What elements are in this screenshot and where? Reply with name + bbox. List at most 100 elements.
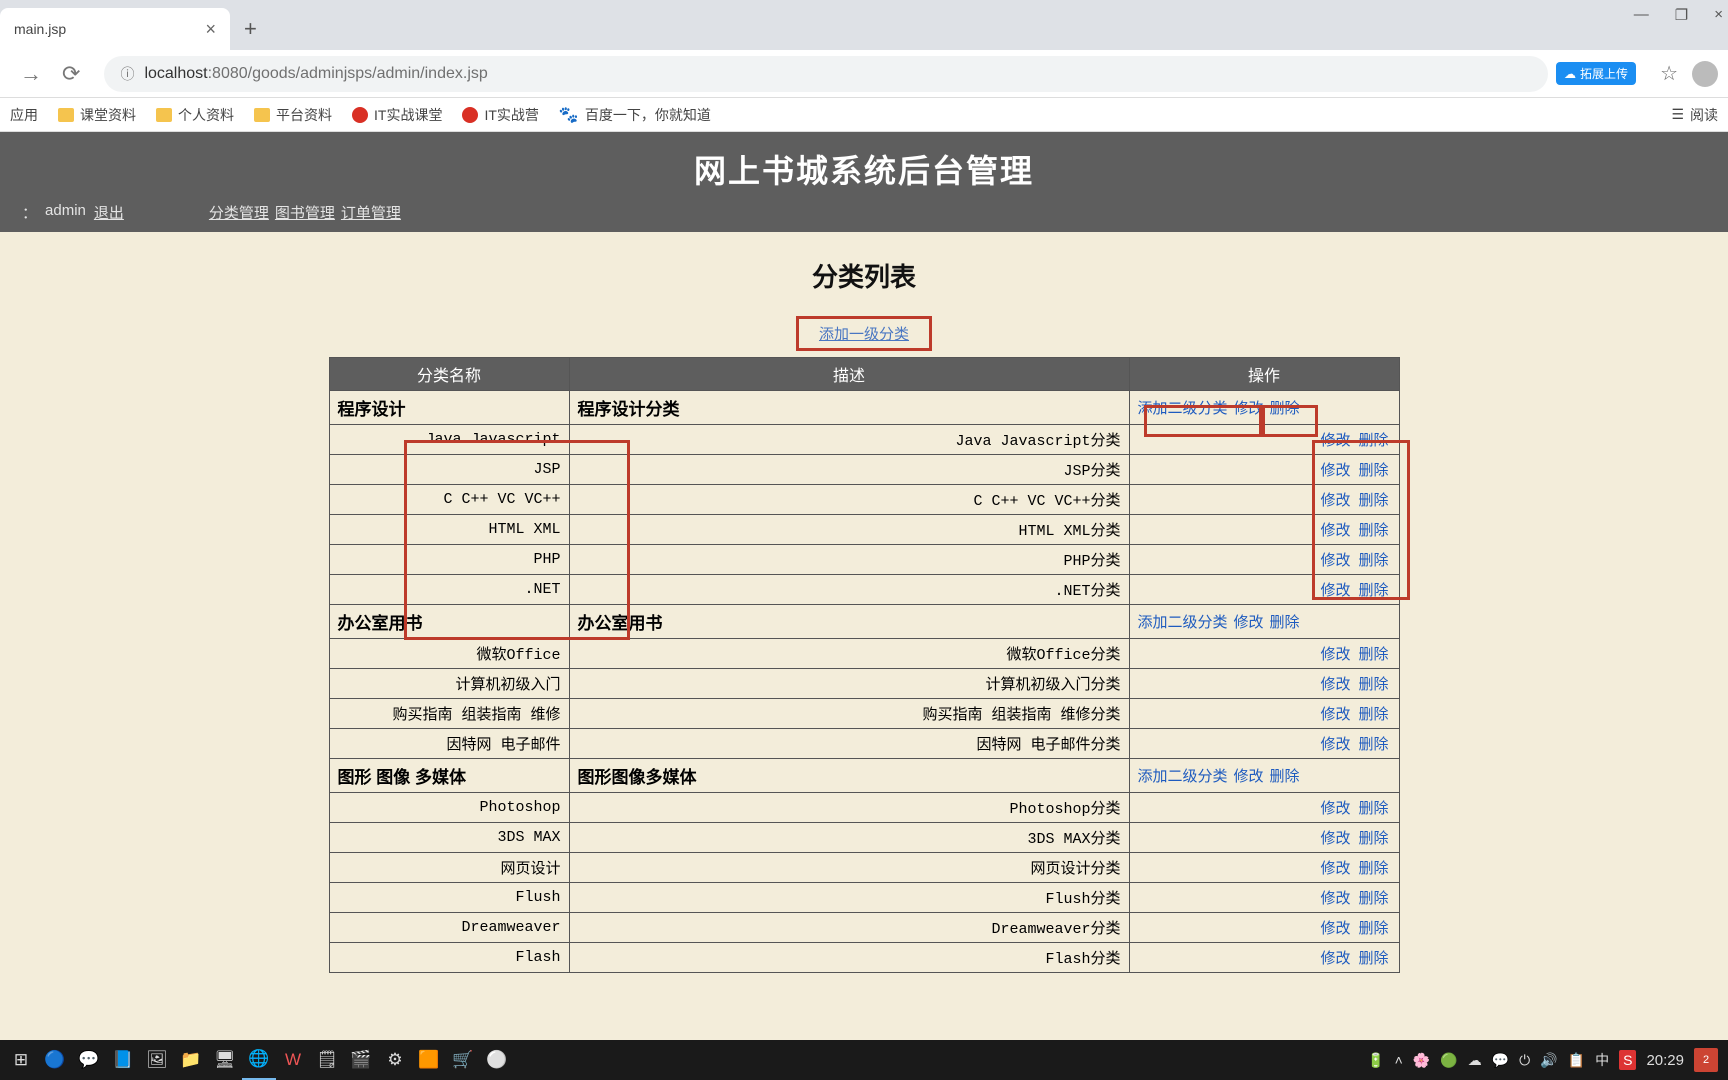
tray-icon[interactable]: 📋 <box>1568 1052 1585 1069</box>
new-tab-button[interactable]: + <box>230 8 271 50</box>
edit-link[interactable]: 修改 <box>1320 920 1350 937</box>
taskbar-app[interactable]: 🎬 <box>344 1040 378 1080</box>
window-minimize-button[interactable]: — <box>1634 6 1649 24</box>
window-restore-button[interactable]: ❐ <box>1675 6 1688 24</box>
edit-link[interactable]: 修改 <box>1320 676 1350 693</box>
tray-icon[interactable]: ☁ <box>1468 1052 1482 1069</box>
child-ops: 修改删除 <box>1129 669 1399 699</box>
edit-link[interactable]: 修改 <box>1234 768 1264 785</box>
delete-link[interactable]: 删除 <box>1358 646 1388 663</box>
apps-button[interactable]: 应用 <box>10 105 38 125</box>
edit-link[interactable]: 修改 <box>1320 462 1350 479</box>
tray-chevron-up-icon[interactable]: ˄ <box>1395 1052 1403 1068</box>
delete-link[interactable]: 删除 <box>1270 614 1300 631</box>
add-subcategory-link[interactable]: 添加二级分类 <box>1138 768 1228 785</box>
logout-link[interactable]: 退出 <box>94 202 124 223</box>
bookmark-item[interactable]: 🐾百度一下，你就知道 <box>559 105 711 125</box>
taskbar-app[interactable]: 🛒 <box>446 1040 480 1080</box>
add-top-category-link[interactable]: 添加一级分类 <box>796 316 932 351</box>
tray-icon[interactable]: 🔋 <box>1367 1052 1384 1069</box>
add-subcategory-link[interactable]: 添加二级分类 <box>1138 614 1228 631</box>
edit-link[interactable]: 修改 <box>1320 830 1350 847</box>
edit-link[interactable]: 修改 <box>1320 706 1350 723</box>
taskbar-app[interactable]: 🖼 <box>140 1040 174 1080</box>
clock[interactable]: 20:29 <box>1646 1052 1684 1069</box>
delete-link[interactable]: 删除 <box>1358 432 1388 449</box>
delete-link[interactable]: 删除 <box>1358 706 1388 723</box>
start-button[interactable]: ⊞ <box>4 1040 38 1080</box>
edit-link[interactable]: 修改 <box>1320 432 1350 449</box>
edit-link[interactable]: 修改 <box>1320 736 1350 753</box>
delete-link[interactable]: 删除 <box>1358 522 1388 539</box>
taskbar-app[interactable]: W <box>276 1040 310 1080</box>
edit-link[interactable]: 修改 <box>1234 400 1264 417</box>
bookmark-star-icon[interactable]: ☆ <box>1660 61 1678 86</box>
delete-link[interactable]: 删除 <box>1358 676 1388 693</box>
bookmark-item[interactable]: IT实战营 <box>462 105 538 125</box>
window-close-button[interactable]: × <box>1714 6 1723 24</box>
edit-link[interactable]: 修改 <box>1320 890 1350 907</box>
edit-link[interactable]: 修改 <box>1320 646 1350 663</box>
delete-link[interactable]: 删除 <box>1358 950 1388 967</box>
nav-orders[interactable]: 订单管理 <box>341 202 401 223</box>
taskbar-app[interactable]: 📁 <box>174 1040 208 1080</box>
url-field[interactable]: ⓘ localhost :8080/goods/adminjsps/admin/… <box>104 56 1548 92</box>
child-ops: 修改删除 <box>1129 699 1399 729</box>
edit-link[interactable]: 修改 <box>1320 800 1350 817</box>
bookmark-item[interactable]: 个人资料 <box>156 105 234 125</box>
tray-icon[interactable]: 🟢 <box>1440 1052 1457 1069</box>
delete-link[interactable]: 删除 <box>1358 736 1388 753</box>
notification-badge[interactable]: 2 <box>1694 1048 1718 1072</box>
taskbar-app-chrome[interactable]: 🌐 <box>242 1040 276 1080</box>
delete-link[interactable]: 删除 <box>1270 400 1300 417</box>
child-ops: 修改删除 <box>1129 823 1399 853</box>
tray-icon[interactable]: 💬 <box>1492 1052 1509 1069</box>
tray-icon[interactable]: 🌸 <box>1413 1052 1430 1069</box>
edit-link[interactable]: 修改 <box>1320 582 1350 599</box>
edit-link[interactable]: 修改 <box>1320 492 1350 509</box>
delete-link[interactable]: 删除 <box>1358 492 1388 509</box>
add-subcategory-link[interactable]: 添加二级分类 <box>1138 400 1228 417</box>
taskbar-app[interactable]: 🔵 <box>38 1040 72 1080</box>
tray-volume-icon[interactable]: 🔊 <box>1540 1052 1557 1069</box>
delete-link[interactable]: 删除 <box>1358 920 1388 937</box>
edit-link[interactable]: 修改 <box>1234 614 1264 631</box>
taskbar-app[interactable]: 🟧 <box>412 1040 446 1080</box>
forward-button[interactable]: → <box>10 61 52 87</box>
extension-badge[interactable]: ☁ 拓展上传 <box>1556 62 1636 85</box>
reading-list-button[interactable]: ☰ 阅读 <box>1671 105 1718 125</box>
bookmark-item[interactable]: 平台资料 <box>254 105 332 125</box>
ime-indicator[interactable]: 中 <box>1595 1050 1609 1070</box>
delete-link[interactable]: 删除 <box>1358 462 1388 479</box>
edit-link[interactable]: 修改 <box>1320 860 1350 877</box>
bookmark-item[interactable]: IT实战课堂 <box>352 105 442 125</box>
taskbar-app[interactable]: ⚙ <box>378 1040 412 1080</box>
close-tab-icon[interactable]: × <box>205 19 216 40</box>
delete-link[interactable]: 删除 <box>1358 830 1388 847</box>
delete-link[interactable]: 删除 <box>1358 582 1388 599</box>
nav-books[interactable]: 图书管理 <box>275 202 335 223</box>
profile-avatar[interactable] <box>1692 61 1718 87</box>
ime-indicator[interactable]: S <box>1619 1050 1636 1070</box>
delete-link[interactable]: 删除 <box>1358 800 1388 817</box>
taskbar-app[interactable]: ⚪ <box>480 1040 514 1080</box>
nav-category[interactable]: 分类管理 <box>209 202 269 223</box>
delete-link[interactable]: 删除 <box>1358 860 1388 877</box>
site-info-icon[interactable]: ⓘ <box>120 64 134 84</box>
delete-link[interactable]: 删除 <box>1358 552 1388 569</box>
active-tab[interactable]: main.jsp × <box>0 8 230 50</box>
bookmark-item[interactable]: 课堂资料 <box>58 105 136 125</box>
edit-link[interactable]: 修改 <box>1320 950 1350 967</box>
taskbar-app[interactable]: 💬 <box>72 1040 106 1080</box>
delete-link[interactable]: 删除 <box>1358 890 1388 907</box>
taskbar-app[interactable]: 🖥 <box>208 1040 242 1080</box>
delete-link[interactable]: 删除 <box>1270 768 1300 785</box>
reload-button[interactable]: ⟳ <box>52 61 90 87</box>
child-category-row: .NET.NET分类修改删除 <box>329 575 1399 605</box>
edit-link[interactable]: 修改 <box>1320 522 1350 539</box>
edit-link[interactable]: 修改 <box>1320 552 1350 569</box>
taskbar-app[interactable]: 🗒 <box>310 1040 344 1080</box>
tray-icon[interactable]: ⏻ <box>1519 1052 1530 1069</box>
taskbar-app[interactable]: 📘 <box>106 1040 140 1080</box>
child-desc: 网页设计分类 <box>569 853 1129 883</box>
